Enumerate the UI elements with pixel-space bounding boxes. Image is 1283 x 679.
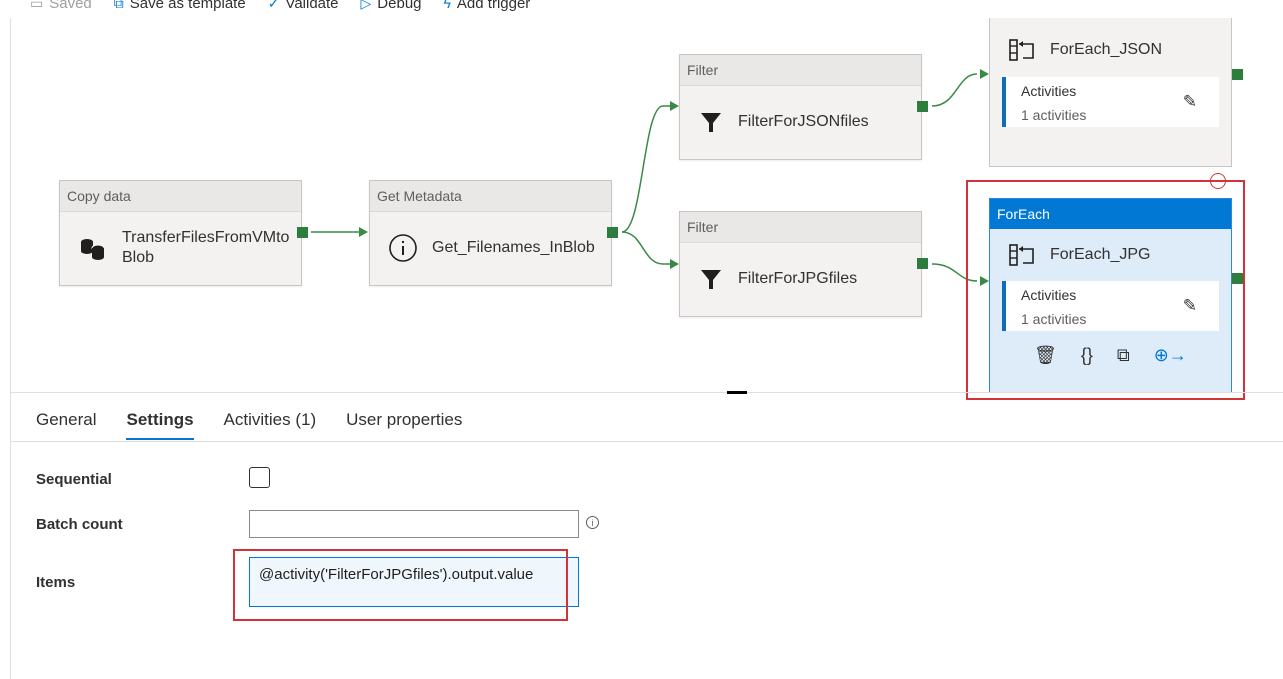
activity-type-label: Filter (680, 55, 921, 86)
tab-settings[interactable]: Settings (126, 410, 194, 440)
activity-type-label: Filter (680, 212, 921, 243)
activities-count: 1 activities (1021, 311, 1087, 327)
saved-button[interactable]: ▭ Saved (30, 0, 92, 12)
panel-resize-handle[interactable] (727, 391, 747, 394)
success-port[interactable] (917, 101, 928, 112)
activity-name: Get_Filenames_InBlob (432, 239, 595, 256)
activity-copy-data[interactable]: Copy data TransferFilesFromVMto Blob (59, 180, 308, 286)
saved-icon: ▭ (30, 0, 44, 11)
arrowhead-icon (670, 101, 679, 111)
activities-label: Activities (1021, 287, 1077, 303)
activity-type-label: Get Metadata (370, 181, 611, 212)
pipeline-toolbar: ▭ Saved ⧉ Save as template ✓ Validate ▷ … (0, 0, 1283, 18)
activity-name: FilterForJSONfiles (738, 113, 869, 130)
arrowhead-icon (980, 276, 989, 286)
tabs-underline (10, 441, 1283, 442)
activity-type-label: Copy data (60, 181, 301, 212)
properties-tabs: General Settings Activities (1) User pro… (36, 410, 462, 440)
filter-icon (701, 270, 721, 289)
foreach-activities-panel[interactable]: Activities 1 activities ✎ (1002, 281, 1219, 331)
add-trigger-button[interactable]: ϟ Add trigger (444, 0, 531, 12)
activity-filter-jpg[interactable]: Filter FilterForJPGfiles (679, 211, 928, 317)
code-braces-icon[interactable]: {} (1081, 345, 1093, 366)
copy-data-icon (81, 239, 105, 260)
edit-pencil-icon[interactable]: ✎ (1183, 92, 1197, 112)
items-label: Items (36, 574, 76, 591)
activity-get-metadata[interactable]: Get Metadata Get_Filenames_InBlob (369, 180, 618, 286)
clone-icon[interactable]: ⧉ (1117, 345, 1130, 366)
success-port[interactable] (607, 227, 618, 238)
activity-type-label: ForEach (990, 199, 1231, 229)
validate-button[interactable]: ✓ Validate (268, 0, 339, 12)
activity-name: FilterForJPGfiles (738, 270, 858, 287)
activity-name: ForEach_JSON (1050, 41, 1163, 58)
rotate-handle-icon[interactable] (1210, 173, 1226, 189)
tab-user-properties[interactable]: User properties (346, 410, 462, 440)
batch-count-input[interactable] (249, 510, 579, 538)
foreach-icon (1009, 39, 1034, 61)
add-output-icon[interactable]: ⊕→ (1154, 345, 1187, 366)
connector-filter-json-to-foreach-json (931, 73, 978, 107)
sequential-checkbox[interactable] (249, 467, 270, 488)
check-icon: ✓ (267, 0, 280, 11)
connector-filter-jpg-to-foreach-jpg (931, 263, 978, 282)
activity-foreach-json[interactable]: ForEach_JSON Activities 1 activities ✎ (989, 18, 1243, 167)
info-icon[interactable]: i (586, 516, 599, 529)
tab-activities[interactable]: Activities (1) (224, 410, 317, 440)
info-circle-icon (389, 234, 417, 262)
foreach-activities-panel[interactable]: Activities 1 activities ✎ (1002, 77, 1219, 127)
edit-pencil-icon[interactable]: ✎ (1183, 296, 1197, 316)
connector-getmeta-to-filter-json (621, 105, 673, 233)
arrowhead-icon (359, 227, 368, 237)
success-port[interactable] (917, 258, 928, 269)
foreach-icon (1009, 244, 1034, 266)
save-as-template-button[interactable]: ⧉ Save as template (114, 0, 246, 12)
batch-count-label: Batch count (36, 516, 123, 533)
activities-count: 1 activities (1021, 107, 1087, 123)
activities-label: Activities (1021, 83, 1077, 99)
activity-filter-json[interactable]: Filter FilterForJSONfiles (679, 54, 928, 160)
template-icon: ⧉ (113, 0, 124, 11)
activity-name: ForEach_JPG (1050, 246, 1151, 263)
success-port[interactable] (297, 227, 308, 238)
sequential-label: Sequential (36, 471, 112, 488)
panel-left-border (10, 392, 11, 679)
trigger-icon: ϟ (443, 0, 451, 11)
activity-action-bar: 🗑 {} ⧉ ⊕→ (990, 345, 1231, 366)
delete-icon[interactable]: 🗑 (1034, 345, 1057, 366)
items-expression-input[interactable]: @activity('FilterForJPGfiles').output.va… (249, 557, 579, 607)
panel-divider (10, 392, 1283, 393)
arrowhead-icon (980, 69, 989, 79)
success-port[interactable] (1232, 69, 1243, 80)
connector-getmeta-to-filter-jpg (621, 231, 673, 265)
pipeline-canvas[interactable]: Copy data TransferFilesFromVMto Blob Get… (10, 18, 1283, 392)
filter-icon (701, 113, 721, 132)
activity-name: TransferFilesFromVMto Blob (122, 229, 290, 266)
success-port[interactable] (1232, 273, 1243, 284)
activity-foreach-jpg[interactable]: ForEach ForEach_JPG Activities 1 activit… (989, 198, 1243, 392)
tab-general[interactable]: General (36, 410, 96, 440)
play-icon: ▷ (360, 0, 372, 11)
debug-button[interactable]: ▷ Debug (361, 0, 422, 12)
arrowhead-icon (670, 259, 679, 269)
